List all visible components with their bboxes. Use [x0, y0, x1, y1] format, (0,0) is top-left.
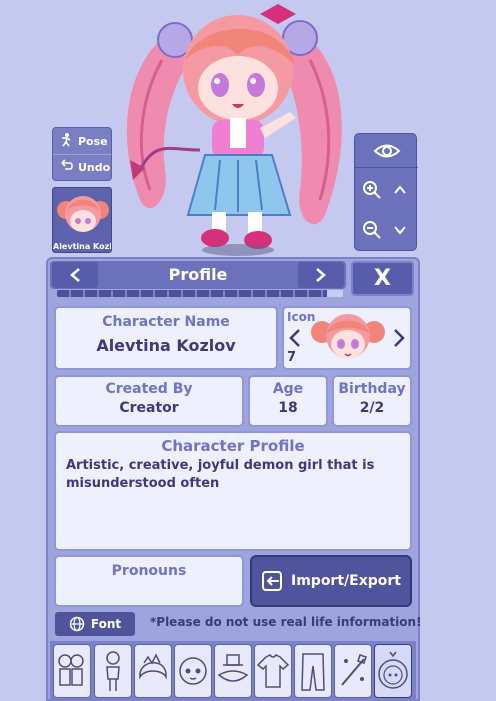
tab-presets[interactable] — [53, 644, 91, 698]
chevron-down-icon — [394, 226, 406, 235]
page-progress-bar — [57, 290, 343, 297]
icon-number: 7 — [287, 350, 297, 365]
warning-text: *Please do not use real life information… — [150, 615, 422, 629]
chevron-right-icon — [394, 329, 405, 347]
chevron-left-icon — [289, 329, 300, 347]
visibility-button[interactable] — [355, 134, 418, 168]
tab-profile[interactable] — [374, 644, 412, 698]
zoom-out-icon — [363, 221, 381, 239]
created-by-field[interactable]: Creator — [56, 400, 242, 416]
age-field[interactable]: 18 — [250, 400, 326, 416]
body-icon — [106, 651, 120, 691]
eye-icon — [373, 144, 400, 157]
character-name-card[interactable]: Character Name Alevtina Kozlov — [54, 306, 278, 370]
character-thumb-icon — [57, 196, 109, 232]
shirt-icon — [256, 654, 290, 688]
created-by-card[interactable]: Created By Creator — [54, 375, 244, 427]
chevron-up-icon — [394, 185, 406, 194]
chevron-right-icon — [316, 268, 326, 282]
created-by-label: Created By — [105, 381, 193, 397]
birthday-card[interactable]: Birthday 2/2 — [332, 375, 412, 427]
character-thumb-name: Alevtina Kozlo — [53, 242, 111, 251]
previous-page-button[interactable] — [52, 262, 98, 288]
next-page-button[interactable] — [298, 262, 344, 288]
tab-accessories[interactable] — [214, 644, 252, 698]
import-export-button[interactable]: Import/Export — [250, 555, 412, 607]
icon-next-button[interactable] — [392, 328, 406, 352]
character-icon — [311, 314, 385, 358]
pronouns-card[interactable]: Pronouns — [54, 555, 244, 607]
move-up-button[interactable] — [386, 170, 414, 210]
import-export-icon — [262, 571, 282, 591]
age-card[interactable]: Age 18 — [248, 375, 328, 427]
pronouns-label: Pronouns — [111, 563, 187, 579]
character-slot-thumbnail[interactable]: Alevtina Kozlo — [52, 187, 112, 253]
font-label: Font — [90, 617, 122, 631]
tab-face[interactable] — [174, 644, 212, 698]
panel-title: Profile — [168, 265, 228, 284]
font-button[interactable]: Font — [55, 612, 135, 636]
tab-body[interactable] — [94, 644, 132, 698]
pants-icon — [301, 653, 325, 691]
tab-tops[interactable] — [254, 644, 292, 698]
character-name-label: Character Name — [102, 314, 230, 330]
view-controls — [354, 133, 418, 251]
character-name-field[interactable]: Alevtina Kozlov — [56, 336, 276, 355]
undo-button[interactable]: Undo — [53, 154, 111, 180]
age-label: Age — [272, 381, 304, 397]
pose-undo-group: Pose Undo — [52, 127, 112, 181]
undo-label: Undo — [78, 161, 111, 174]
birthday-label: Birthday — [338, 381, 406, 397]
character-profile-card[interactable]: Character Profile Artistic, creative, jo… — [54, 431, 412, 551]
profile-tab-icon — [378, 651, 408, 689]
close-button[interactable]: X — [351, 261, 414, 296]
group-preset-icon — [58, 654, 84, 686]
character-profile-text[interactable]: Artistic, creative, joyful demon girl th… — [66, 457, 400, 493]
tab-bottoms[interactable] — [294, 644, 332, 698]
chevron-left-icon — [70, 268, 80, 282]
pose-icon — [59, 132, 73, 150]
character-preview[interactable] — [100, 0, 370, 258]
globe-icon — [69, 616, 85, 632]
import-export-label: Import/Export — [291, 573, 401, 589]
zoom-in-icon — [363, 181, 381, 199]
tab-props[interactable] — [334, 644, 372, 698]
hat-icon — [217, 654, 249, 682]
birthday-field[interactable]: 2/2 — [334, 400, 410, 416]
icon-card: Icon 7 — [282, 306, 412, 370]
props-icon — [341, 654, 367, 686]
zoom-in-button[interactable] — [358, 170, 386, 210]
character-profile-label: Character Profile — [161, 437, 305, 455]
face-icon — [179, 657, 207, 685]
zoom-out-button[interactable] — [358, 210, 386, 250]
undo-icon — [59, 159, 73, 176]
move-down-button[interactable] — [386, 210, 414, 250]
pose-label: Pose — [78, 134, 108, 148]
tab-hair[interactable] — [134, 644, 172, 698]
icon-prev-button[interactable] — [288, 328, 302, 352]
hair-icon — [139, 653, 167, 680]
pose-button[interactable]: Pose — [53, 128, 111, 154]
